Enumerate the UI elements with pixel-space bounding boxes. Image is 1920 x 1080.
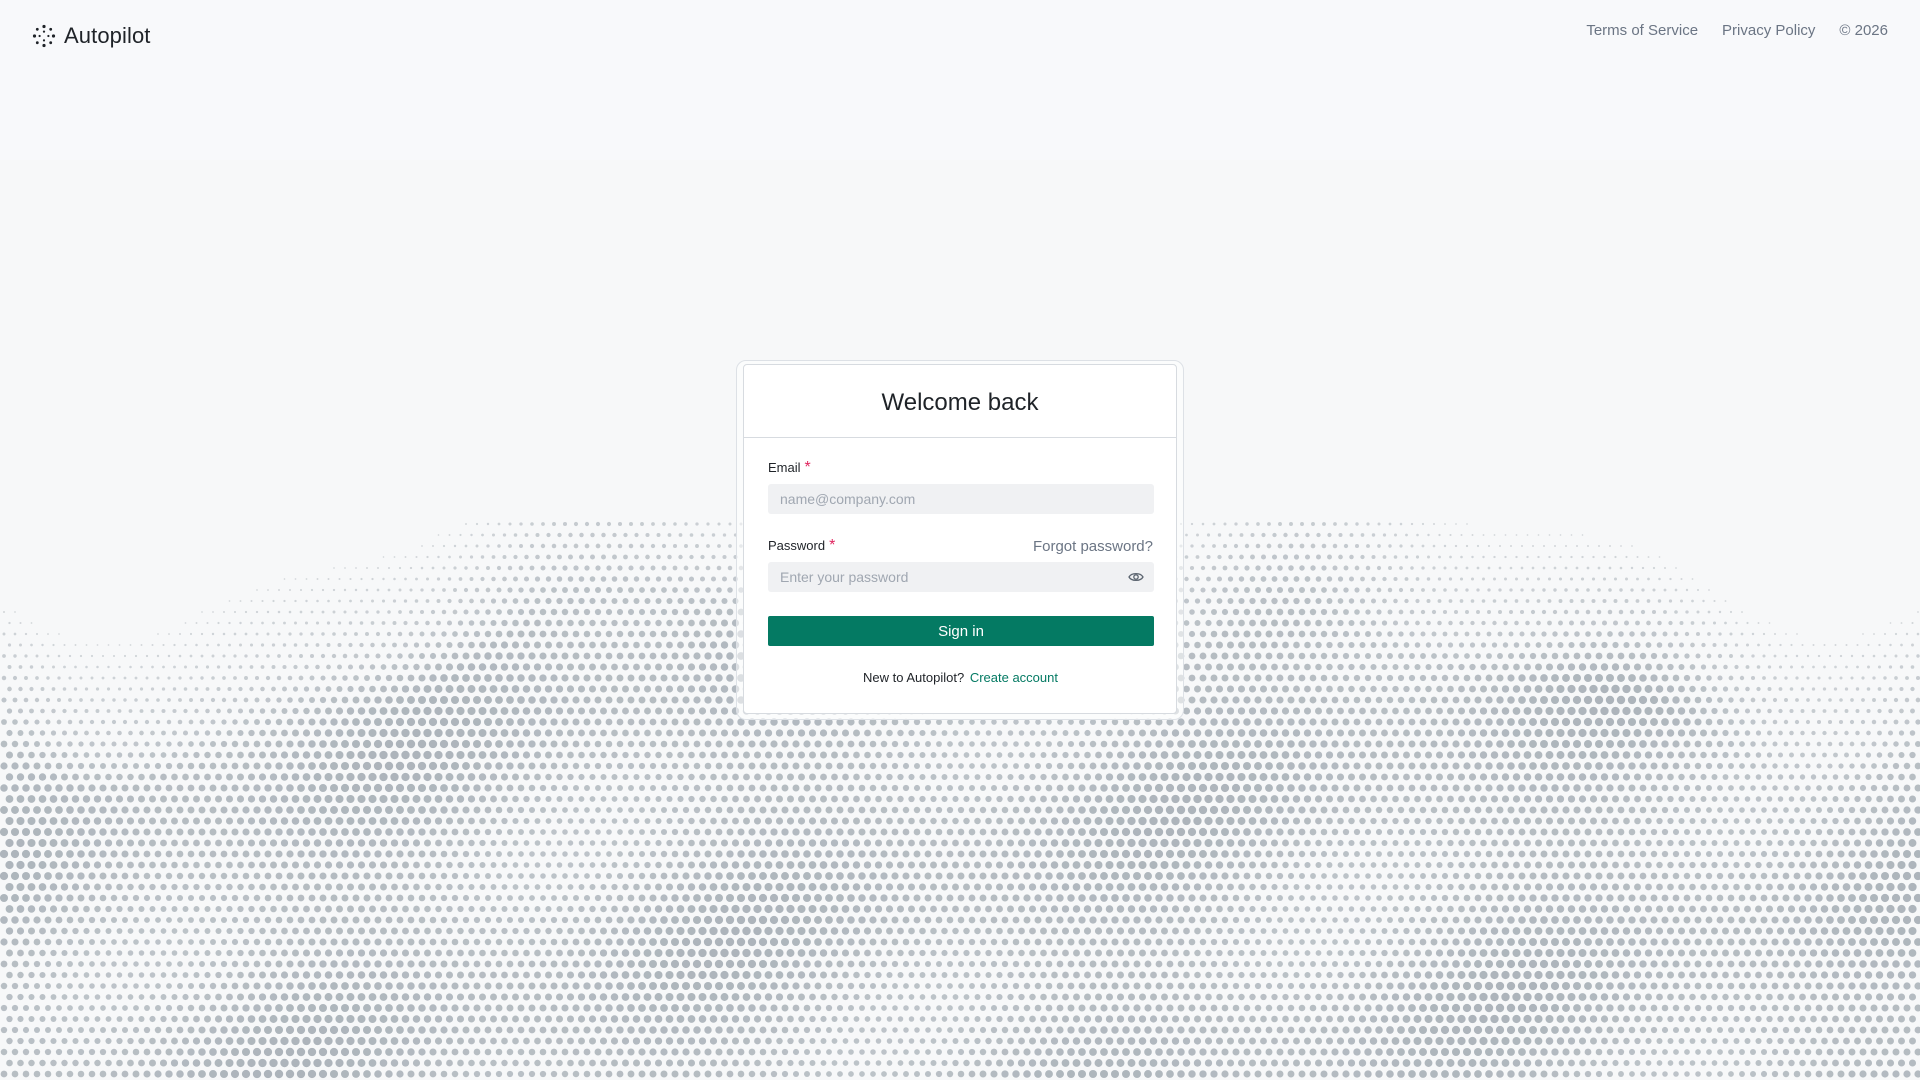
email-label: Email * (768, 459, 811, 477)
signup-prompt-text: New to Autopilot? (863, 670, 965, 685)
password-label-row: Password * Forgot password? (768, 537, 1153, 555)
signup-prompt: New to Autopilot? Create account (768, 670, 1153, 685)
header-links: Terms of Service Privacy Policy © 2026 (1586, 22, 1888, 39)
password-label: Password * (768, 537, 835, 555)
password-input-wrapper (768, 562, 1154, 592)
password-field[interactable] (768, 562, 1154, 592)
privacy-policy-link[interactable]: Privacy Policy (1722, 22, 1815, 39)
login-page: Autopilot Terms of Service Privacy Polic… (0, 0, 1920, 1080)
forgot-password-link[interactable]: Forgot password? (1033, 538, 1153, 555)
login-form: Email* Password* Forgot password? Sign i… (744, 438, 1176, 685)
login-card-header: Welcome back (744, 365, 1176, 438)
password-required-mark: * (829, 537, 836, 554)
terms-of-service-link[interactable]: Terms of Service (1586, 22, 1698, 39)
password-label-text: Password (768, 538, 826, 553)
brand-name: Autopilot (64, 23, 151, 48)
sign-in-button[interactable]: Sign in (768, 616, 1154, 646)
copyright-text: © 2026 (1839, 22, 1888, 39)
email-field[interactable] (768, 484, 1154, 514)
eye-icon[interactable] (1128, 570, 1144, 584)
login-card: Welcome back Email* Password* Forgot pas… (743, 364, 1177, 714)
email-label-row: Email * (768, 459, 1153, 477)
top-bar: Autopilot Terms of Service Privacy Polic… (0, 0, 1920, 160)
page-title: Welcome back (881, 389, 1039, 416)
email-label-text: Email (768, 460, 801, 475)
sparkle-dots-icon (32, 24, 56, 48)
brand-logo[interactable]: Autopilot (32, 20, 151, 52)
create-account-link[interactable]: Create account (970, 670, 1058, 685)
email-required-mark: * (804, 459, 811, 476)
